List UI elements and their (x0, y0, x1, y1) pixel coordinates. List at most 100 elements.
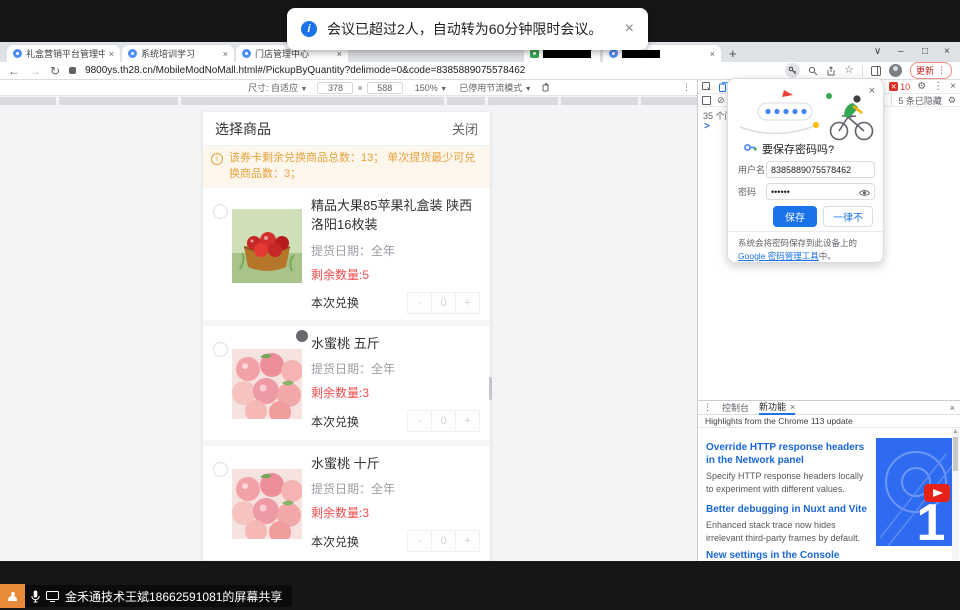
password-key-icon[interactable] (785, 63, 800, 78)
page-skeleton-block (641, 97, 697, 105)
tab-gift-platform[interactable]: 礼盒营销平台管理中心 × (7, 45, 120, 62)
screen-share-bar: 金禾通技术王斌18662591081的屏幕共享 (25, 585, 292, 607)
kebab-menu-icon[interactable]: ⋮ (937, 65, 946, 76)
tab-favicon (609, 49, 618, 58)
product-radio[interactable] (213, 462, 228, 477)
tab-close-icon[interactable]: × (710, 49, 715, 59)
qty-value[interactable]: 0 (431, 530, 456, 552)
password-manager-link[interactable]: Google 密码管理工具 (738, 251, 819, 261)
never-button[interactable]: 一律不 (823, 206, 873, 227)
qty-minus-button[interactable]: - (407, 530, 432, 552)
drawer-close-icon[interactable]: × (950, 403, 955, 413)
url-text[interactable]: 9800ys.th28.cn/MobileModNoMall.html#/Pic… (85, 65, 776, 76)
zoom-select[interactable]: 150% ▼ (415, 83, 447, 93)
forward-icon[interactable]: → (29, 65, 41, 77)
qty-minus-button[interactable]: - (407, 292, 432, 314)
screen-icon (46, 591, 59, 602)
whatsnew-link[interactable]: New settings in the Console (706, 549, 874, 562)
qty-plus-button[interactable]: + (455, 292, 480, 314)
participant-indicator[interactable] (0, 584, 25, 608)
username-row: 用户名 8385889075578462 (738, 161, 875, 178)
divider (862, 65, 863, 77)
remaining-qty: 剩余数量:3 (311, 504, 480, 521)
username-field[interactable]: 8385889075578462 (766, 161, 875, 178)
tab-close-icon[interactable]: × (790, 402, 795, 412)
browser-window: 礼盒营销平台管理中心 × 系统培训学习 × 门店管理中心 × × + ∨ – □… (0, 42, 960, 561)
new-tab-button[interactable]: + (729, 46, 737, 61)
device-toolbar-menu-icon[interactable]: ⋮ (682, 82, 691, 93)
whatsnew-drawer: ⋮ 控制台 新功能 × × Highlights from the Chrome… (697, 400, 960, 561)
window-maximize-button[interactable]: □ (922, 46, 928, 57)
profile-avatar[interactable] (889, 64, 902, 77)
window-minimize-button[interactable]: – (898, 46, 904, 57)
modal-close-button[interactable]: 关闭 (452, 119, 478, 138)
tab-whatsnew[interactable]: 新功能 × (759, 401, 795, 415)
scrollbar-thumb[interactable] (953, 437, 958, 471)
tab-close-icon[interactable]: × (223, 49, 228, 59)
exchange-label: 本次兑换 (311, 533, 359, 550)
drawer-menu-icon[interactable]: ⋮ (703, 402, 712, 413)
save-button[interactable]: 保存 (773, 206, 817, 227)
pickup-date: 提货日期：全年 (311, 242, 480, 259)
tab-console[interactable]: 控制台 (722, 401, 749, 414)
throttle-select[interactable]: 已停用节流模式 ▼ (459, 81, 531, 94)
console-prompt-chevron[interactable]: > (704, 121, 710, 132)
modal-header: 选择商品 关闭 (203, 112, 490, 146)
console-settings-icon[interactable]: ⚙ (948, 95, 956, 106)
console-sidebar-icon[interactable] (702, 96, 711, 105)
tab-training[interactable]: 系统培训学习 × (122, 45, 234, 62)
product-radio[interactable] (213, 342, 228, 357)
tab-label: 礼盒营销平台管理中心 (26, 47, 105, 60)
error-count-badge[interactable]: ✕10 (889, 82, 910, 92)
whatsnew-video-thumbnail[interactable]: 1 (876, 438, 952, 546)
notification-close-icon[interactable]: × (625, 20, 634, 38)
divider (728, 231, 883, 232)
whatsnew-link[interactable]: Better debugging in Nuxt and Vite (706, 503, 874, 516)
redacted-label (543, 50, 591, 58)
inspect-element-icon[interactable] (702, 82, 712, 92)
drawer-header: Highlights from the Chrome 113 update (698, 415, 960, 428)
product-radio[interactable] (213, 204, 228, 219)
whatsnew-link[interactable]: Override HTTP response headers in the Ne… (706, 441, 874, 467)
scrollbar-up-arrow[interactable]: ▲ (952, 429, 959, 435)
site-info-icon[interactable] (69, 67, 76, 74)
viewport-height-input[interactable] (367, 82, 403, 94)
share-icon[interactable] (826, 66, 836, 76)
hidden-messages-label: 5 条已隐藏 (898, 94, 942, 107)
drawer-tab-bar: ⋮ 控制台 新功能 × × (698, 401, 960, 415)
page-scrollbar-thumb[interactable] (489, 377, 492, 400)
tab-label: 系统培训学习 (141, 47, 195, 60)
reload-icon[interactable]: ↻ (50, 65, 60, 77)
devtools-menu-icon[interactable]: ⋮ (933, 81, 943, 92)
emulated-page: 选择商品 关闭 i 该券卡剩余兑换商品总数：13； 单次提货最少可兑换商品数：3… (0, 96, 697, 561)
whatsnew-body: Enhanced stack trace now hides irrelevan… (706, 519, 871, 544)
tab-close-icon[interactable]: × (109, 49, 114, 59)
exchange-label: 本次兑换 (311, 413, 359, 430)
tab-close-icon[interactable]: × (337, 49, 342, 59)
qty-plus-button[interactable]: + (455, 530, 480, 552)
devtools-close-icon[interactable]: × (950, 81, 956, 92)
qty-minus-button[interactable]: - (407, 410, 432, 432)
update-button[interactable]: 更新 ⋮ (910, 62, 952, 79)
product-row: 精品大果85苹果礼盒装 陕西洛阳16枚装 提货日期：全年 剩余数量:5 本次兑换… (203, 188, 490, 326)
qty-value[interactable]: 0 (431, 292, 456, 314)
bookmark-star-icon[interactable]: ☆ (844, 65, 854, 76)
drawer-scrollbar[interactable]: ▲ (952, 429, 959, 560)
tab-favicon (530, 49, 539, 58)
show-password-eye-icon[interactable] (859, 189, 870, 197)
zoom-icon[interactable] (808, 66, 818, 76)
modal-title: 选择商品 (215, 119, 271, 139)
password-label: 密码 (738, 185, 766, 198)
window-menu-icon[interactable]: ∨ (874, 46, 881, 57)
devtools-settings-icon[interactable]: ⚙ (917, 81, 926, 92)
password-field[interactable]: •••••• (766, 183, 875, 200)
window-close-button[interactable]: × (944, 46, 950, 57)
clear-console-icon[interactable]: ⊘ (717, 95, 725, 106)
viewport-width-input[interactable] (317, 82, 353, 94)
qty-value[interactable]: 0 (431, 410, 456, 432)
side-panel-icon[interactable] (871, 66, 881, 76)
rotate-icon[interactable] (542, 83, 552, 92)
device-size-label[interactable]: 尺寸: 自适应 ▼ (248, 81, 307, 94)
back-icon[interactable]: ← (8, 65, 20, 77)
qty-plus-button[interactable]: + (455, 410, 480, 432)
